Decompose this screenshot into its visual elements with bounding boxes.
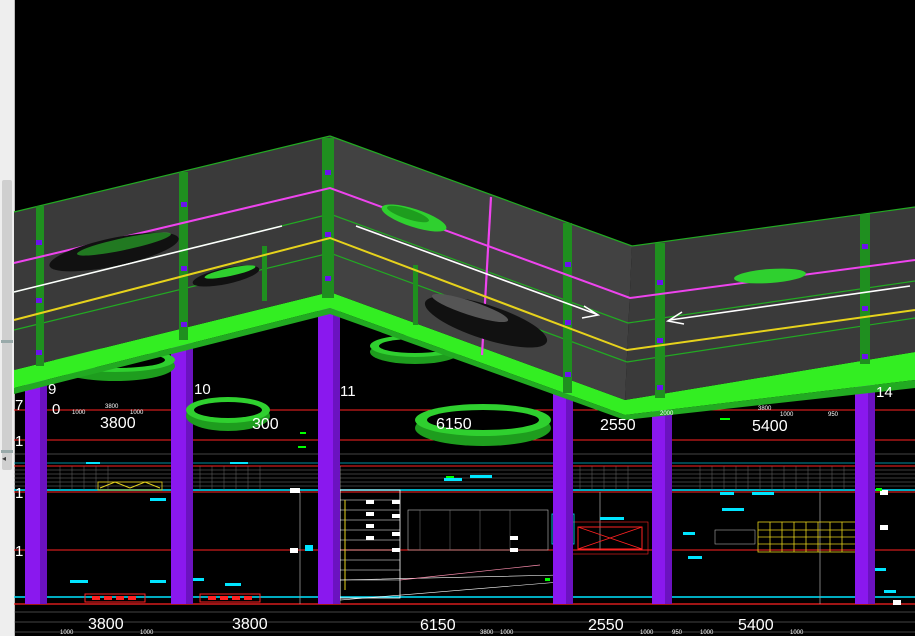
svg-text:3800: 3800	[105, 404, 119, 410]
svg-text:3800: 3800	[758, 406, 772, 412]
dim-label: 300	[252, 416, 279, 433]
edge-marker: 1	[15, 485, 23, 502]
equipment-box	[571, 521, 649, 555]
svg-text:950: 950	[672, 630, 683, 636]
dim-label: 6150	[420, 617, 456, 634]
svg-text:1000: 1000	[700, 630, 714, 636]
edge-marker: 7	[15, 397, 23, 414]
svg-text:1000: 1000	[500, 630, 514, 636]
svg-text:3800: 3800	[480, 630, 494, 636]
svg-text:1000: 1000	[640, 630, 654, 636]
dim-label: 3800	[100, 415, 136, 432]
dim-label: 5400	[738, 617, 774, 634]
yellow-hatch-area	[757, 521, 861, 553]
grid-axis-label: 14	[876, 384, 893, 401]
3d-building-model	[13, 135, 915, 604]
svg-text:2000: 2000	[660, 411, 674, 417]
dimension-labels-bottom: 3800 3800 6150 2550 5400	[88, 616, 774, 634]
svg-text:1000: 1000	[140, 630, 154, 636]
dim-label: 3800	[232, 616, 268, 633]
grid-axis-label: 11	[340, 383, 356, 400]
svg-text:1000: 1000	[72, 410, 86, 416]
dim-label: 2550	[600, 417, 636, 434]
svg-text:1000: 1000	[60, 630, 74, 636]
svg-text:950: 950	[828, 412, 839, 418]
grid-axis-label: 10	[194, 381, 211, 398]
svg-text:1000: 1000	[130, 410, 144, 416]
model-canvas: 3800 300 6150 2550 5400 3800 3800 6150 2…	[13, 135, 915, 636]
svg-text:1000: 1000	[790, 630, 804, 636]
dim-label: 3800	[88, 616, 124, 633]
dim-label: 6150	[436, 416, 472, 433]
dim-label: 2550	[588, 617, 624, 634]
svg-text:1000: 1000	[780, 412, 794, 418]
edge-marker: 0	[52, 401, 60, 418]
cad-3d-viewport[interactable]: ◂ 3800 300 6150 2550 5400 3800 3800 6150…	[0, 0, 915, 636]
dim-label: 5400	[752, 418, 788, 435]
grid-axis-label: 9	[48, 381, 56, 398]
edge-marker: 1	[15, 543, 23, 560]
edge-marker: 1	[15, 433, 23, 450]
